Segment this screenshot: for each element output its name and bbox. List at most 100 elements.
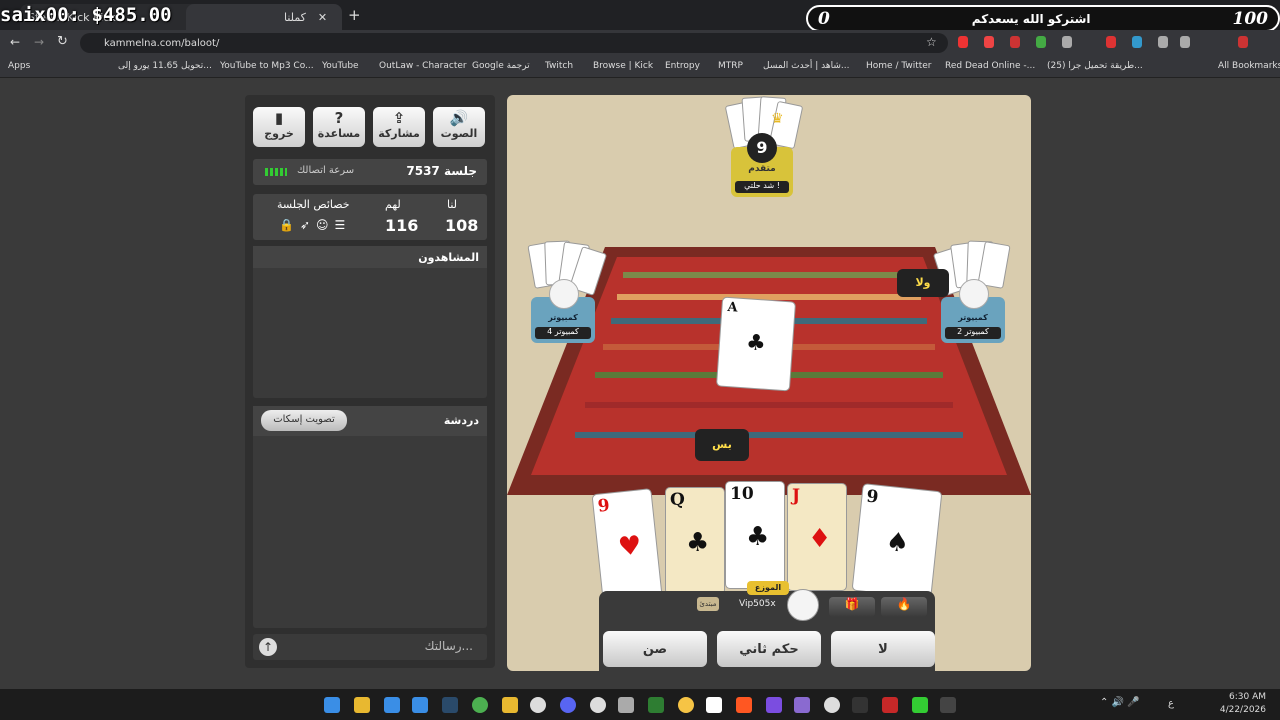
- them-score: 116: [385, 216, 419, 235]
- bookmark-apps[interactable]: Apps: [8, 61, 30, 71]
- pass-button[interactable]: لا: [831, 631, 935, 667]
- hand-card[interactable]: 10 ♣: [725, 481, 785, 589]
- sound-icon: 🔊: [449, 109, 469, 127]
- language-indicator[interactable]: ع: [1168, 698, 1174, 709]
- avatar: [549, 279, 579, 309]
- card-rank: A: [726, 299, 739, 316]
- sound-button[interactable]: 🔊 الصوت: [433, 107, 485, 147]
- bookmark[interactable]: YouTube: [322, 61, 359, 71]
- connection-strength: [265, 168, 287, 176]
- us-score: 108: [445, 216, 479, 235]
- bookmark[interactable]: تحويل 11.65 يورو إلى...: [118, 61, 212, 71]
- discord-icon[interactable]: [560, 697, 576, 713]
- mail-icon[interactable]: [412, 697, 428, 713]
- diamond-icon: ♦: [808, 524, 832, 554]
- app-icon[interactable]: [706, 697, 722, 713]
- url-field[interactable]: kammelna.com/baloot/: [80, 33, 948, 53]
- app-icon[interactable]: [794, 697, 810, 713]
- session-number: جلسة 7537: [406, 164, 477, 178]
- hand-card[interactable]: 9 ♥: [591, 488, 663, 602]
- bookmark[interactable]: Twitch: [545, 61, 573, 71]
- help-button[interactable]: ? مساعدة: [313, 107, 365, 147]
- app-icon[interactable]: [882, 697, 898, 713]
- brave-icon[interactable]: [736, 697, 752, 713]
- hand-card[interactable]: Q ♣: [665, 487, 725, 595]
- chrome-icon[interactable]: [472, 697, 488, 713]
- fire-icon[interactable]: 🔥: [881, 597, 927, 617]
- back-icon[interactable]: ←: [10, 35, 20, 49]
- bookmark[interactable]: Entropy: [665, 61, 700, 71]
- chat-input[interactable]: رسالتك...: [425, 639, 473, 653]
- avatar: [787, 589, 819, 621]
- folder-icon[interactable]: [354, 697, 370, 713]
- chat-input-row: ↑ رسالتك...: [253, 634, 487, 660]
- send-icon[interactable]: ↑: [259, 638, 277, 656]
- share-button[interactable]: ⇪ مشاركة: [373, 107, 425, 147]
- store-icon[interactable]: [384, 697, 400, 713]
- viewers-box: المشاهدون: [253, 246, 487, 398]
- session-props-icons: 🔒➶☺☰: [279, 218, 352, 232]
- mute-vote-button[interactable]: تصويت إسكات: [261, 410, 347, 431]
- sun-button[interactable]: صن: [603, 631, 707, 667]
- star-icon[interactable]: ☆: [926, 35, 937, 49]
- bookmarks-bar: Apps تحويل 11.65 يورو إلى... YouTube to …: [0, 56, 1280, 78]
- top-player-name: شد حلتي !: [735, 181, 789, 193]
- right-player-rank: كمبيوتر: [958, 313, 988, 322]
- app-icon[interactable]: [502, 697, 518, 713]
- app-icon[interactable]: [590, 697, 606, 713]
- help-icon: ?: [334, 109, 344, 127]
- avatar: [959, 279, 989, 309]
- gift-icon[interactable]: 🎁: [829, 597, 875, 617]
- bookmark[interactable]: YouTube to Mp3 Co...: [220, 61, 314, 71]
- taskbar: ⌃ 🔊 🎤 ع 6:30 AM 4/22/2026: [0, 689, 1280, 720]
- app-icon[interactable]: [618, 697, 634, 713]
- app-icon[interactable]: [852, 697, 868, 713]
- bookmark-all[interactable]: All Bookmarks: [1218, 61, 1280, 71]
- bookmark[interactable]: MTRP: [718, 61, 743, 71]
- heart-icon: ♥: [616, 530, 644, 563]
- tab-kammelna[interactable]: كملنا ✕: [186, 4, 342, 30]
- bookmark[interactable]: OutLaw - Character: [379, 61, 467, 71]
- score-box: خصائص الجلسة لهم لنا 🔒➶☺☰ 116 108: [253, 194, 487, 240]
- bookmark[interactable]: شاهد | أحدث المسل...: [763, 61, 850, 71]
- clock-date[interactable]: 4/22/2026: [1206, 705, 1266, 715]
- chat-box: دردشة تصويت إسكات: [253, 406, 487, 628]
- bookmark[interactable]: (25) طريقة تحميل جرا...: [1047, 61, 1143, 71]
- kick-icon[interactable]: [912, 697, 928, 713]
- overlay-banner: 0 اشتركو الله يسعدكم 100: [806, 5, 1280, 32]
- app-icon[interactable]: [678, 697, 694, 713]
- props-header: خصائص الجلسة: [277, 198, 350, 211]
- bookmark[interactable]: Browse | Kick: [593, 61, 653, 71]
- app-icon[interactable]: [766, 697, 782, 713]
- left-player-badge: كمبيوتر كمبيوتر 4: [531, 279, 595, 343]
- obs-icon[interactable]: [530, 697, 546, 713]
- extension-icons: [958, 36, 1258, 50]
- bookmark[interactable]: Red Dead Online -...: [945, 61, 1035, 71]
- club-icon: ♣: [745, 329, 767, 357]
- overlay-counter-left: 0: [818, 8, 830, 29]
- tab-label: كملنا: [284, 10, 306, 24]
- exit-button[interactable]: ▮ خروج: [253, 107, 305, 147]
- start-icon[interactable]: [324, 697, 340, 713]
- second-hokm-button[interactable]: حكم ثاني: [717, 631, 821, 667]
- new-tab-icon[interactable]: +: [348, 6, 361, 24]
- reload-icon[interactable]: ↻: [57, 34, 68, 49]
- clock-time[interactable]: 6:30 AM: [1206, 692, 1266, 702]
- hand-card[interactable]: 9 ♠: [851, 483, 943, 599]
- steam-icon[interactable]: [442, 697, 458, 713]
- forward-icon[interactable]: →: [34, 35, 44, 49]
- us-header: لنا: [447, 198, 458, 211]
- tray-icons[interactable]: ⌃ 🔊 🎤: [1100, 697, 1140, 708]
- played-card: A ♣: [715, 296, 797, 392]
- terminal-icon[interactable]: [940, 697, 956, 713]
- session-panel: ▮ خروج ? مساعدة ⇪ مشاركة 🔊 الصوت سرعة اتصالك…: [245, 95, 495, 668]
- exit-icon: ▮: [274, 109, 284, 127]
- excel-icon[interactable]: [648, 697, 664, 713]
- app-icon[interactable]: [824, 697, 840, 713]
- bookmark[interactable]: Google ترجمة: [472, 61, 530, 71]
- left-player-name: كمبيوتر 4: [535, 327, 591, 339]
- hand-card[interactable]: J ♦: [787, 483, 847, 591]
- game-table: ♛ 9 متقدم شد حلتي ! كمبيوتر كمبيوتر 4 كم…: [507, 95, 1031, 671]
- bookmark[interactable]: Home / Twitter: [866, 61, 932, 71]
- close-tab-icon[interactable]: ✕: [318, 11, 327, 24]
